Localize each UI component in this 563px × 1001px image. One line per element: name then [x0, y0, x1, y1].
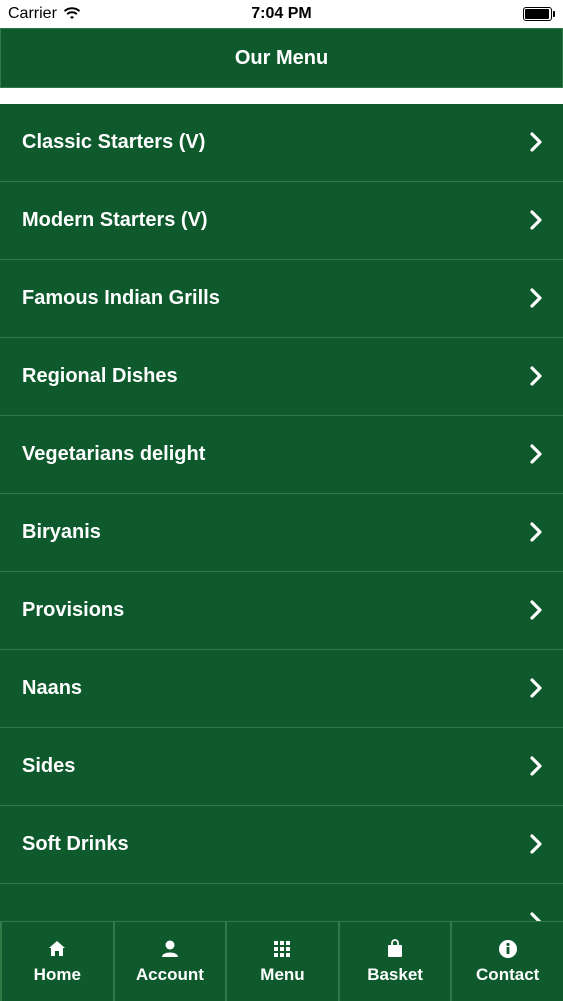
menu-item-label: Classic Starters (V)	[22, 131, 206, 153]
menu-item-sides[interactable]: Sides	[0, 728, 563, 806]
tab-label: Basket	[367, 964, 423, 984]
chevron-right-icon	[530, 444, 542, 464]
menu-item-label: Biryanis	[22, 521, 101, 543]
menu-item-label: Provisions	[22, 599, 125, 621]
menu-item-label: Naans	[22, 677, 83, 699]
menu-list[interactable]: Classic Starters (V) Modern Starters (V)…	[0, 104, 563, 922]
battery-icon	[523, 7, 555, 21]
chevron-right-icon	[530, 366, 542, 386]
bag-icon	[388, 938, 403, 957]
info-icon	[498, 939, 517, 958]
menu-item-soft-drinks[interactable]: Soft Drinks	[0, 806, 563, 884]
menu-item-label: Sides	[22, 755, 76, 777]
tab-basket[interactable]: Basket	[337, 922, 451, 1001]
tab-home[interactable]: Home	[0, 922, 113, 1001]
chevron-right-icon	[530, 678, 542, 698]
chevron-right-icon	[530, 522, 542, 542]
tab-label: Contact	[476, 964, 540, 984]
chevron-right-icon	[530, 834, 542, 854]
chevron-right-icon	[530, 210, 542, 230]
menu-item-label: Vegetarians delight	[22, 443, 206, 465]
menu-item-famous-indian-grills[interactable]: Famous Indian Grills	[0, 260, 563, 338]
menu-item-partial[interactable]	[0, 884, 563, 922]
chevron-right-icon	[530, 600, 542, 620]
status-time: 7:04 PM	[251, 5, 312, 22]
menu-item-biryanis[interactable]: Biryanis	[0, 494, 563, 572]
tab-contact[interactable]: Contact	[450, 922, 563, 1001]
header-spacer	[0, 88, 563, 104]
tab-label: Menu	[260, 964, 305, 984]
tab-label: Home	[33, 964, 81, 984]
menu-item-label: Regional Dishes	[22, 365, 178, 387]
chevron-right-icon	[530, 756, 542, 776]
chevron-right-icon	[530, 288, 542, 308]
menu-item-label: Soft Drinks	[22, 833, 129, 855]
chevron-right-icon	[530, 132, 542, 152]
grid-icon	[274, 940, 291, 957]
page-title: Our Menu	[234, 46, 329, 69]
tab-menu[interactable]: Menu	[225, 922, 338, 1001]
tab-bar: Home Account Menu Basket Contact	[0, 921, 563, 1001]
menu-item-label: Modern Starters (V)	[22, 209, 208, 231]
menu-item-vegetarians-delight[interactable]: Vegetarians delight	[0, 416, 563, 494]
tab-account[interactable]: Account	[112, 922, 226, 1001]
tab-label: Account	[135, 964, 204, 984]
menu-item-naans[interactable]: Naans	[0, 650, 563, 728]
home-icon	[49, 940, 66, 956]
menu-item-classic-starters[interactable]: Classic Starters (V)	[0, 104, 563, 182]
menu-item-modern-starters[interactable]: Modern Starters (V)	[0, 182, 563, 260]
user-icon	[161, 940, 178, 957]
status-bar: Carrier 7:04 PM	[0, 0, 563, 28]
nav-bar: Our Menu	[0, 28, 563, 88]
menu-item-regional-dishes[interactable]: Regional Dishes	[0, 338, 563, 416]
menu-item-provisions[interactable]: Provisions	[0, 572, 563, 650]
menu-item-label: Famous Indian Grills	[22, 287, 220, 309]
